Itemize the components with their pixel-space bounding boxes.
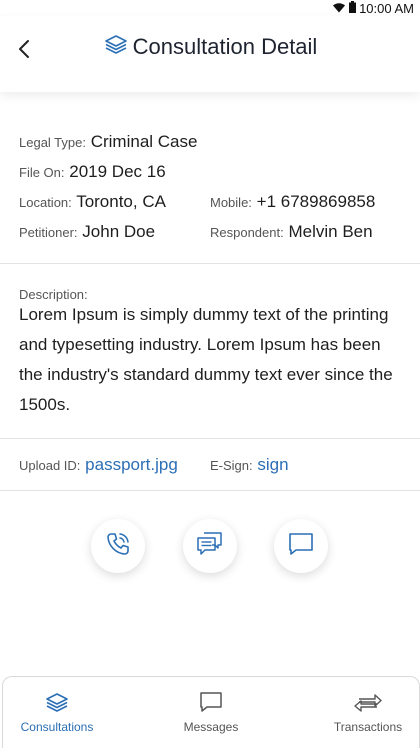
esign-link[interactable]: sign xyxy=(257,455,288,474)
respondent-row: Respondent: Melvin Ben xyxy=(210,222,373,242)
chat-button[interactable] xyxy=(183,519,237,573)
nav-item-transactions[interactable]: Transactions xyxy=(318,691,418,734)
location-row: Location: Toronto, CA xyxy=(19,192,166,212)
layers-icon xyxy=(103,33,129,60)
call-button[interactable] xyxy=(91,519,145,573)
bottom-navigation: Consultations Messages Transactions xyxy=(2,676,420,748)
petitioner-row: Petitioner: John Doe xyxy=(19,222,155,242)
legal-type-label: Legal Type: xyxy=(19,135,86,150)
description-text: Lorem Ipsum is simply dummy text of the … xyxy=(19,305,393,414)
battery-icon xyxy=(349,0,357,16)
nav-item-consultations[interactable]: Consultations xyxy=(7,691,107,734)
layers-icon xyxy=(44,691,70,716)
nav-label-messages: Messages xyxy=(183,720,239,734)
file-on-row: File On: 2019 Dec 16 xyxy=(19,162,166,182)
status-bar: 10:00 AM xyxy=(0,0,420,16)
petitioner-label: Petitioner: xyxy=(19,225,78,240)
message-icon xyxy=(198,691,224,716)
divider xyxy=(0,490,420,491)
nav-item-messages[interactable]: Messages xyxy=(161,691,261,734)
upload-id-link[interactable]: passport.jpg xyxy=(85,455,178,474)
respondent-value: Melvin Ben xyxy=(288,222,373,241)
nav-label-transactions: Transactions xyxy=(333,720,403,734)
upload-id-label: Upload ID: xyxy=(19,458,81,473)
location-value: Toronto, CA xyxy=(76,192,166,211)
status-time: 10:00 AM xyxy=(359,0,414,16)
legal-type-row: Legal Type: Criminal Case xyxy=(19,132,197,152)
divider xyxy=(0,263,420,264)
file-on-value: 2019 Dec 16 xyxy=(69,162,166,181)
page-title-group: Consultation Detail xyxy=(0,33,420,60)
nav-label-consultations: Consultations xyxy=(20,720,94,734)
petitioner-value: John Doe xyxy=(82,222,156,241)
respondent-label: Respondent: xyxy=(210,225,284,240)
page-title: Consultation Detail xyxy=(132,33,318,59)
esign-row: E-Sign: sign xyxy=(210,455,289,475)
phone-icon xyxy=(104,530,132,563)
location-label: Location: xyxy=(19,195,72,210)
transfer-arrows-icon xyxy=(353,691,383,716)
message-icon xyxy=(287,531,315,562)
upload-id-row: Upload ID: passport.jpg xyxy=(19,455,178,475)
app-header: Consultation Detail xyxy=(0,16,420,92)
divider xyxy=(0,438,420,439)
file-on-label: File On: xyxy=(19,165,65,180)
mobile-row: Mobile: +1 6789869858 xyxy=(210,192,375,212)
legal-type-value: Criminal Case xyxy=(90,132,198,151)
message-button[interactable] xyxy=(274,519,328,573)
mobile-value[interactable]: +1 6789869858 xyxy=(257,192,376,211)
chat-bubbles-icon xyxy=(195,530,225,563)
mobile-label: Mobile: xyxy=(210,195,252,210)
esign-label: E-Sign: xyxy=(210,458,253,473)
wifi-icon xyxy=(332,1,346,16)
